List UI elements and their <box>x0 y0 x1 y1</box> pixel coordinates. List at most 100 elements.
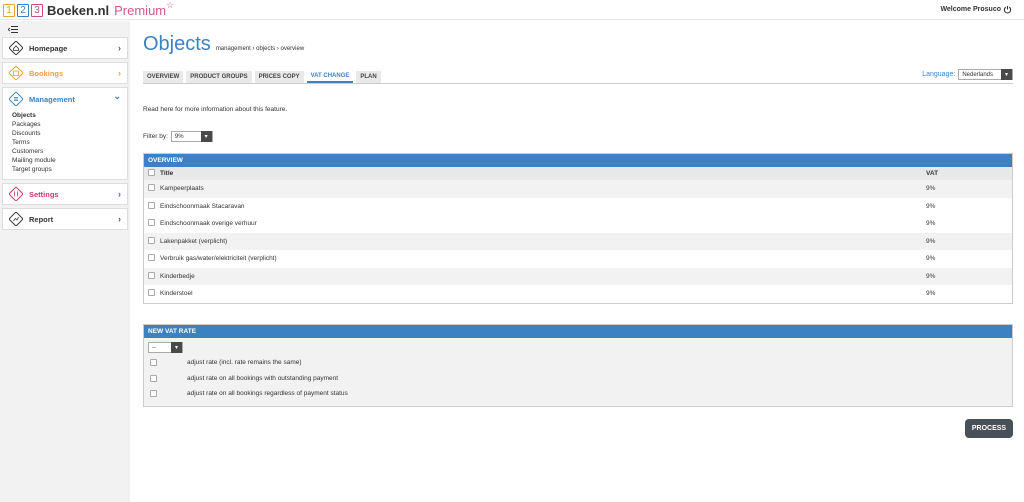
sidebar-item-label: Report <box>29 214 54 224</box>
option-checkbox[interactable] <box>150 374 157 382</box>
sliders-icon <box>9 187 23 201</box>
vat-option-all-bookings[interactable]: adjust rate on all bookings regardless o… <box>148 386 1008 402</box>
menu-collapse-icon[interactable] <box>8 25 18 33</box>
row-vat: 9% <box>926 180 1012 198</box>
new-vat-rate-body: -- ▾ adjust rate (incl. rate remains the… <box>144 338 1012 406</box>
vat-option-keep-incl[interactable]: adjust rate (incl. rate remains the same… <box>148 355 1008 371</box>
tab-overview[interactable]: OVERVIEW <box>143 71 184 83</box>
column-vat: VAT <box>926 167 1012 180</box>
option-checkbox[interactable] <box>150 390 157 398</box>
submenu-item-discounts[interactable]: Discounts <box>12 129 127 138</box>
sidebar-item-label: Homepage <box>29 43 68 53</box>
tab-plan[interactable]: PLAN <box>356 71 381 83</box>
welcome-text: Welcome Prosuco <box>940 6 1001 13</box>
table-row: Kinderstoel 9% <box>144 285 1012 303</box>
chevron-down-icon: ▾ <box>171 342 182 353</box>
star-icon: ☆ <box>166 0 175 10</box>
list-icon <box>9 92 23 106</box>
home-icon <box>9 41 23 55</box>
sidebar-item-label: Bookings <box>29 68 64 78</box>
row-checkbox[interactable] <box>148 271 155 279</box>
row-checkbox[interactable] <box>148 289 155 297</box>
row-vat: 9% <box>926 202 936 210</box>
table-row: Kinderbedje 9% <box>144 267 1012 285</box>
new-vat-rate-select[interactable]: -- ▾ <box>148 342 183 353</box>
row-vat: 9% <box>926 290 936 298</box>
power-icon[interactable] <box>1003 5 1012 14</box>
sidebar-item-bookings[interactable]: Bookings › <box>2 62 128 84</box>
sidebar-item-report[interactable]: Report › <box>2 208 128 230</box>
logo-premium: Premium <box>114 2 167 18</box>
sidebar: Homepage › Bookings › Management ⌄ Objec… <box>0 21 130 502</box>
submenu-item-packages[interactable]: Packages <box>12 120 127 129</box>
row-title: Lakenpakket (verplicht) <box>160 232 926 250</box>
row-checkbox[interactable] <box>148 254 155 262</box>
row-vat: 9% <box>926 267 1012 285</box>
page-title: Objects <box>143 33 211 55</box>
new-vat-rate-panel-title: NEW VAT RATE <box>144 325 1012 338</box>
submenu-item-customers[interactable]: Customers <box>12 147 127 156</box>
sidebar-item-homepage[interactable]: Homepage › <box>2 37 128 59</box>
overview-panel-title: OVERVIEW <box>144 154 1012 167</box>
logo-brand: Boeken.nl <box>47 2 110 18</box>
row-vat: 9% <box>926 232 1012 250</box>
process-button[interactable]: PROCESS <box>965 419 1013 438</box>
row-checkbox[interactable] <box>148 236 155 244</box>
row-title: Eindschoonmaak overige verhuur <box>160 220 257 228</box>
logo-digit-3: 3 <box>31 3 43 17</box>
language-label: Language: <box>922 71 956 78</box>
logo[interactable]: 1 2 3 Boeken.nl Premium ☆ <box>3 0 175 18</box>
row-title: Kinderbedje <box>160 267 926 285</box>
overview-panel: OVERVIEW Title VAT Kampeerplaats 9% Eind… <box>143 153 1013 304</box>
sidebar-item-management[interactable]: Management ⌄ Objects Packages Discounts … <box>2 87 128 180</box>
filter-value: 9% <box>174 133 184 140</box>
sidebar-item-label: Management <box>29 94 75 104</box>
table-row: Eindschoonmaak overige verhuur 9% <box>144 215 1012 233</box>
management-submenu: Objects Packages Discounts Terms Custome… <box>9 111 127 174</box>
overview-table: Title VAT Kampeerplaats 9% Eindschoonmaa… <box>144 167 1012 303</box>
tab-bar: OVERVIEW PRODUCT GROUPS PRICES COPY VAT … <box>143 71 1013 84</box>
filter-row: Filter by: 9% ▾ <box>143 131 213 142</box>
top-bar: 1 2 3 Boeken.nl Premium ☆ Welcome Prosuc… <box>0 0 1024 20</box>
info-link[interactable]: Read here for more information about thi… <box>143 106 287 113</box>
calendar-icon <box>9 66 23 80</box>
new-vat-rate-panel: NEW VAT RATE -- ▾ adjust rate (incl. rat… <box>143 324 1013 407</box>
row-vat: 9% <box>926 220 936 228</box>
chevron-down-icon: ⌄ <box>113 91 121 101</box>
select-all-checkbox[interactable] <box>148 169 155 176</box>
vat-option-outstanding[interactable]: adjust rate on all bookings with outstan… <box>148 371 1008 387</box>
row-title: Kinderstoel <box>160 290 193 298</box>
page-heading: Objects management › objects › overview <box>143 33 304 56</box>
row-checkbox[interactable] <box>148 201 155 209</box>
chevron-down-icon: ▾ <box>1001 69 1012 80</box>
row-title: Kampeerplaats <box>160 180 926 198</box>
row-vat: 9% <box>926 255 936 263</box>
table-header-row: Title VAT <box>144 167 1012 180</box>
row-checkbox[interactable] <box>148 184 155 192</box>
chevron-right-icon: › <box>118 189 121 199</box>
tab-product-groups[interactable]: PRODUCT GROUPS <box>186 71 252 83</box>
option-label: adjust rate (incl. rate remains the same… <box>187 359 302 367</box>
submenu-item-objects[interactable]: Objects <box>12 111 127 120</box>
submenu-item-mailing-module[interactable]: Mailing module <box>12 156 127 165</box>
submenu-item-target-groups[interactable]: Target groups <box>12 165 127 174</box>
tab-vat-change[interactable]: VAT CHANGE <box>306 71 354 83</box>
chevron-down-icon: ▾ <box>200 131 212 142</box>
language-select[interactable]: Nederlands ▾ <box>958 69 1013 80</box>
sidebar-toggle[interactable] <box>0 21 130 37</box>
row-checkbox[interactable] <box>148 219 155 227</box>
chart-icon <box>9 212 23 226</box>
submenu-item-terms[interactable]: Terms <box>12 138 127 147</box>
table-row: Verbruik gas/water/elektriciteit (verpli… <box>144 250 1012 268</box>
sidebar-item-settings[interactable]: Settings › <box>2 183 128 205</box>
sidebar-item-label: Settings <box>29 189 59 199</box>
column-title: Title <box>160 167 926 180</box>
language-selector: Language: Nederlands ▾ <box>922 69 1013 80</box>
chevron-right-icon: › <box>118 68 121 78</box>
logo-digit-1: 1 <box>3 3 15 17</box>
tab-prices-copy[interactable]: PRICES COPY <box>254 71 304 83</box>
filter-select[interactable]: 9% ▾ <box>170 131 213 142</box>
option-checkbox[interactable] <box>150 359 157 367</box>
language-value: Nederlands <box>962 71 993 78</box>
new-vat-rate-value: -- <box>152 344 156 351</box>
